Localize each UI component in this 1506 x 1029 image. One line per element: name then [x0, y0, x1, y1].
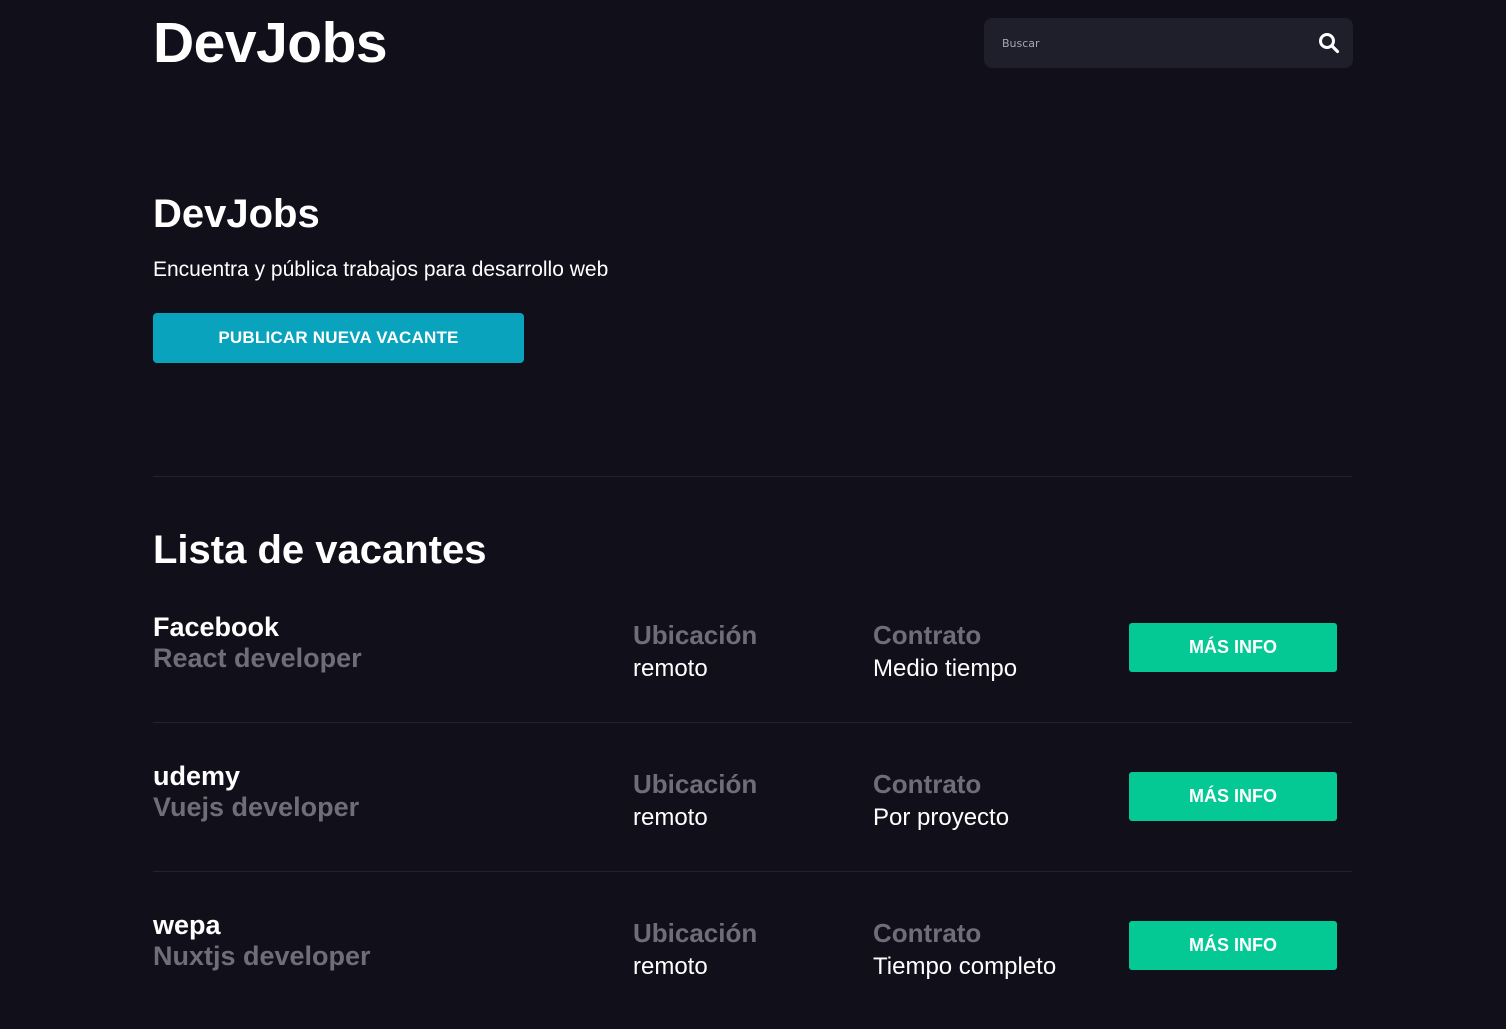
- job-location: remoto: [633, 804, 708, 831]
- publish-vacancy-button[interactable]: PUBLICAR NUEVA VACANTE: [153, 313, 524, 363]
- job-location-label: Ubicación: [633, 918, 758, 948]
- job-company: udemy: [153, 761, 241, 791]
- job-contract-label: Contrato: [873, 918, 982, 948]
- search-bar: [984, 18, 1353, 68]
- job-row: wepa Nuxtjs developer Ubicación remoto C…: [153, 909, 1352, 1009]
- hero-subtitle: Encuentra y pública trabajos para desarr…: [153, 258, 609, 281]
- job-position: Nuxtjs developer: [153, 941, 371, 971]
- more-info-button[interactable]: MÁS INFO: [1129, 623, 1337, 672]
- section-divider: [153, 476, 1352, 477]
- search-icon[interactable]: [1318, 32, 1340, 54]
- row-divider: [153, 722, 1352, 723]
- job-company: wepa: [153, 910, 221, 940]
- more-info-button[interactable]: MÁS INFO: [1129, 921, 1337, 970]
- job-row: Facebook React developer Ubicación remot…: [153, 611, 1352, 711]
- job-position: Vuejs developer: [153, 792, 360, 822]
- job-position: React developer: [153, 643, 362, 673]
- vacancy-list-title: Lista de vacantes: [153, 528, 487, 572]
- hero-section: DevJobs Encuentra y pública trabajos par…: [153, 190, 953, 363]
- job-location: remoto: [633, 953, 708, 980]
- job-company: Facebook: [153, 612, 280, 642]
- search-input[interactable]: [1002, 18, 1302, 68]
- job-contract: Tiempo completo: [873, 953, 1057, 980]
- more-info-button[interactable]: MÁS INFO: [1129, 772, 1337, 821]
- job-location-label: Ubicación: [633, 769, 758, 799]
- job-location-label: Ubicación: [633, 620, 758, 650]
- job-location: remoto: [633, 655, 708, 682]
- job-contract-label: Contrato: [873, 769, 982, 799]
- job-contract: Medio tiempo: [873, 655, 1018, 682]
- site-header: DevJobs: [153, 0, 1353, 90]
- site-logo[interactable]: DevJobs: [153, 10, 388, 76]
- job-contract-label: Contrato: [873, 620, 982, 650]
- row-divider: [153, 871, 1352, 872]
- hero-title: DevJobs: [153, 192, 320, 236]
- job-contract: Por proyecto: [873, 804, 1010, 831]
- job-row: udemy Vuejs developer Ubicación remoto C…: [153, 760, 1352, 860]
